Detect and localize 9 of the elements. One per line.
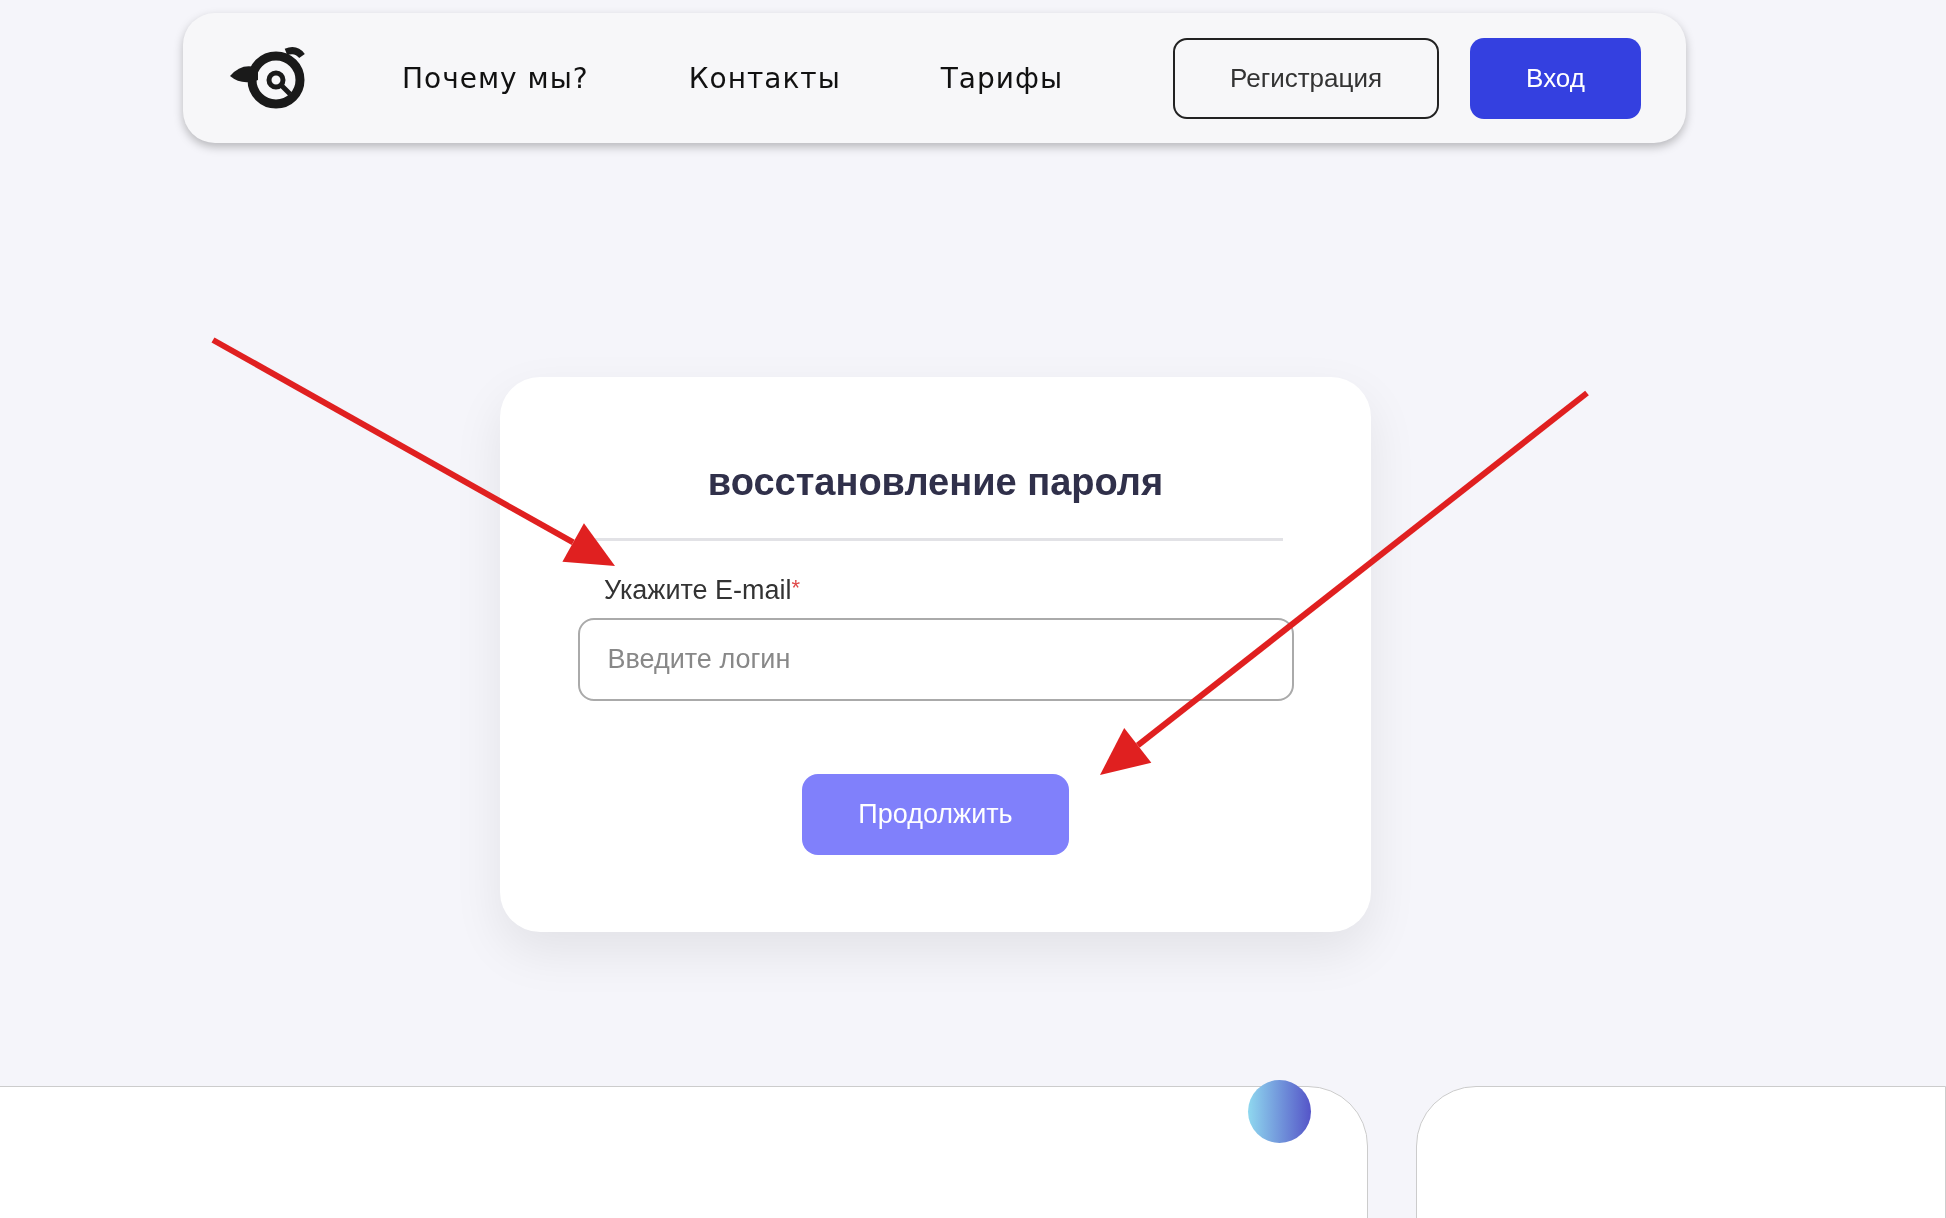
field-label: Укажите E-mail* [604, 575, 801, 606]
register-button[interactable]: Регистрация [1173, 37, 1439, 119]
required-mark: * [791, 575, 801, 600]
nav-link[interactable]: Контакты [688, 61, 841, 95]
nav-link[interactable]: Тарифы [940, 61, 1064, 95]
nav-link[interactable]: Почему мы? [402, 61, 589, 95]
form-title: восстановление пароля [707, 461, 1164, 504]
email-field[interactable]: Введите логин [577, 618, 1294, 701]
login-button[interactable]: Вход [1470, 37, 1641, 119]
